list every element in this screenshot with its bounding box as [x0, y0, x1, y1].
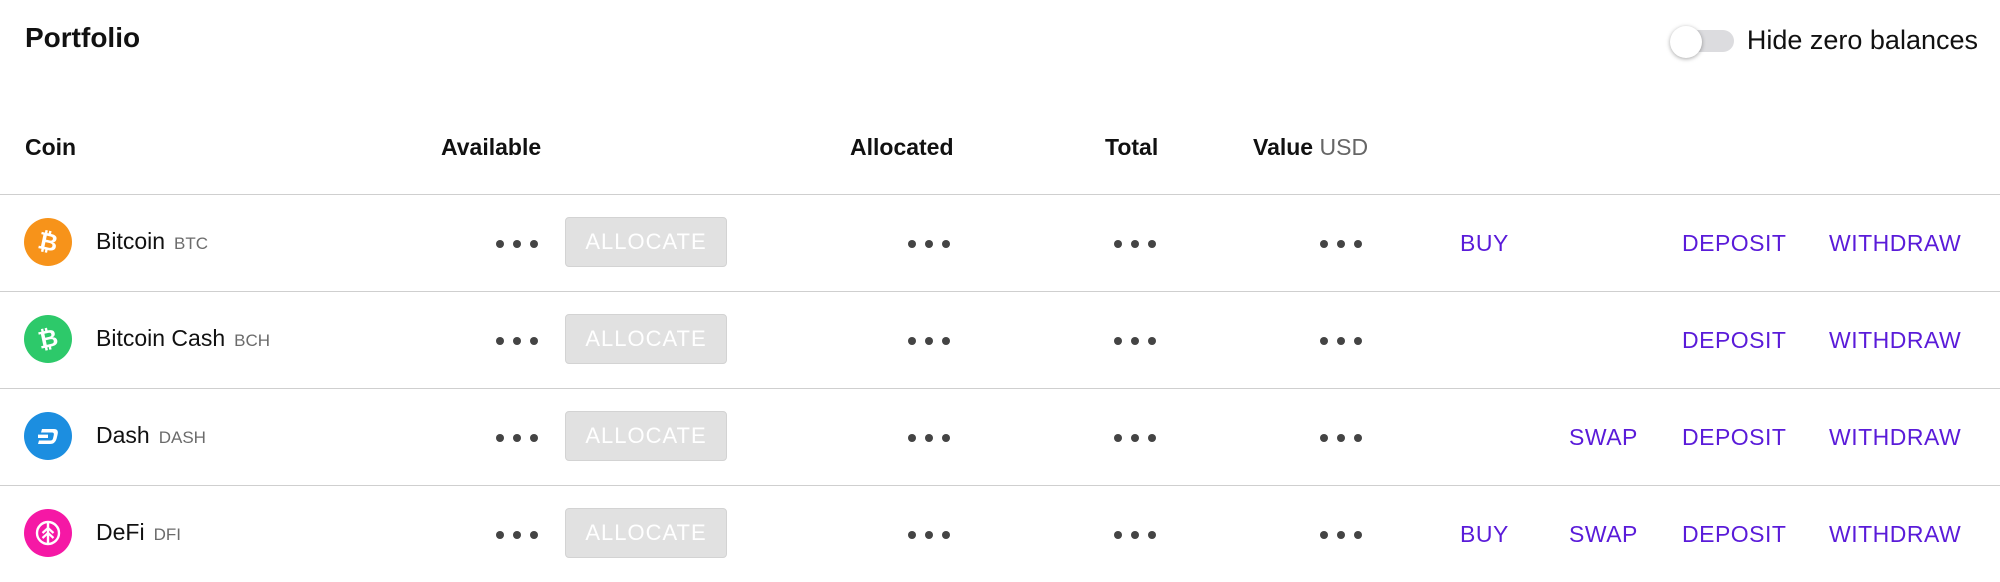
withdraw-button[interactable]: WITHDRAW [1829, 521, 1961, 548]
total-loading-icon [1114, 434, 1156, 442]
coin-symbol: DFI [153, 525, 181, 544]
allocated-loading-icon [908, 337, 950, 345]
deposit-button[interactable]: DEPOSIT [1682, 521, 1786, 548]
coin-label: DeFi [96, 519, 145, 545]
coin-name: DeFi DFI [96, 519, 181, 546]
page-title: Portfolio [25, 22, 141, 53]
swap-button[interactable]: SWAP [1569, 424, 1638, 451]
withdraw-button[interactable]: WITHDRAW [1829, 327, 1961, 354]
coin-symbol: DASH [158, 428, 206, 447]
allocated-loading-icon [908, 434, 950, 442]
hide-zero-label: Hide zero balances [1746, 24, 1978, 55]
swap-button[interactable]: SWAP [1569, 521, 1638, 548]
column-header-total: Total [1105, 134, 1159, 160]
column-header-coin: Coin [25, 134, 77, 160]
table-row: ₿ Bitcoin BTC ALLOCATE BUY DEPOSIT WITHDR… [0, 195, 2000, 292]
toggle-knob [1669, 26, 1702, 58]
svg-text:₿: ₿ [36, 324, 61, 354]
available-loading-icon [496, 531, 538, 539]
coin-label: Dash [96, 422, 150, 448]
column-header-allocated: Allocated [850, 134, 954, 160]
table-row: DeFi DFI ALLOCATE BUY SWAP DEPOSIT WITHDR… [0, 486, 2000, 582]
hide-zero-balances: Hide zero balances [1669, 22, 1978, 58]
available-loading-icon [496, 240, 538, 248]
available-loading-icon [496, 337, 538, 345]
available-loading-icon [496, 434, 538, 442]
value-loading-icon [1320, 531, 1362, 539]
coin-label: Bitcoin [96, 228, 166, 254]
coin-name: Dash DASH [96, 422, 206, 449]
coin-label: Bitcoin Cash [96, 325, 226, 351]
withdraw-button[interactable]: WITHDRAW [1829, 424, 1961, 451]
value-loading-icon [1320, 434, 1362, 442]
allocate-button[interactable]: ALLOCATE [565, 314, 727, 364]
deposit-button[interactable]: DEPOSIT [1682, 424, 1786, 451]
coin-symbol: BCH [234, 331, 271, 350]
table-row: ₿ Bitcoin Cash BCH ALLOCATE DEPOSIT WITHD… [0, 292, 2000, 389]
allocate-button[interactable]: ALLOCATE [565, 508, 727, 558]
coin-symbol: BTC [174, 234, 209, 253]
allocate-button[interactable]: ALLOCATE [565, 411, 727, 461]
value-header-label: Value [1253, 134, 1314, 160]
hide-zero-toggle[interactable] [1669, 26, 1734, 58]
defi-icon [24, 509, 72, 557]
value-loading-icon [1320, 240, 1362, 248]
value-loading-icon [1320, 337, 1362, 345]
allocate-button[interactable]: ALLOCATE [565, 217, 727, 267]
svg-text:₿: ₿ [36, 227, 61, 257]
bitcoin-icon: ₿ [24, 218, 72, 266]
bitcoin-cash-icon: ₿ [24, 315, 72, 363]
coin-name: Bitcoin Cash BCH [96, 325, 270, 352]
column-header-available: Available [441, 134, 542, 160]
column-header-value: Value USD [1253, 134, 1368, 161]
buy-button[interactable]: BUY [1460, 521, 1509, 548]
total-loading-icon [1114, 531, 1156, 539]
portfolio-table-body: ₿ Bitcoin BTC ALLOCATE BUY DEPOSIT WITHDR… [0, 195, 2000, 582]
total-loading-icon [1114, 337, 1156, 345]
buy-button[interactable]: BUY [1460, 230, 1509, 257]
coin-name: Bitcoin BTC [96, 228, 208, 255]
allocated-loading-icon [908, 531, 950, 539]
table-row: Dash DASH ALLOCATE SWAP DEPOSIT WITHDRAW [0, 389, 2000, 486]
allocated-loading-icon [908, 240, 950, 248]
deposit-button[interactable]: DEPOSIT [1682, 327, 1786, 354]
total-loading-icon [1114, 240, 1156, 248]
table-header: Coin Available Allocated Total Value USD [0, 112, 2000, 195]
withdraw-button[interactable]: WITHDRAW [1829, 230, 1961, 257]
deposit-button[interactable]: DEPOSIT [1682, 230, 1786, 257]
dash-icon [24, 412, 72, 460]
value-header-unit: USD [1319, 134, 1369, 160]
